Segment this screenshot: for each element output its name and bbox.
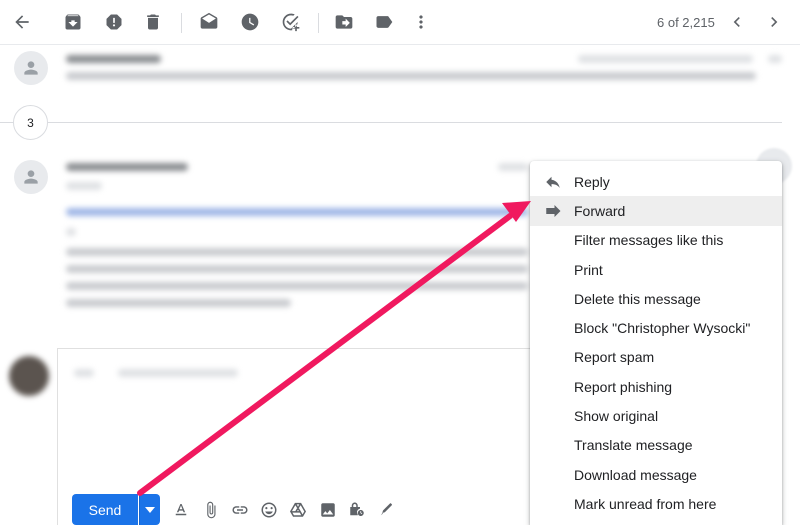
collapsed-divider [48, 122, 782, 123]
menu-item-label: Translate message [574, 437, 693, 454]
menu-item-report-phishing[interactable]: Report phishing [530, 372, 782, 401]
message-counter: 6 of 2,215 [657, 15, 715, 30]
send-button[interactable]: Send [72, 494, 138, 525]
label-icon[interactable] [370, 8, 398, 36]
sender-avatar [14, 160, 48, 194]
reply-icon [544, 173, 562, 191]
mark-unread-icon[interactable] [195, 8, 223, 36]
collapsed-divider [0, 122, 13, 123]
snooze-icon[interactable] [236, 8, 264, 36]
sender-avatar [14, 51, 48, 85]
toolbar-divider [181, 13, 182, 33]
report-spam-icon[interactable] [100, 8, 128, 36]
add-task-icon[interactable] [277, 8, 305, 36]
message-context-menu: Reply Forward Filter messages like this … [530, 161, 782, 525]
message-toolbar: 6 of 2,215 [0, 0, 800, 45]
menu-item-block-sender[interactable]: Block "Christopher Wysocki" [530, 313, 782, 342]
menu-item-filter-messages[interactable]: Filter messages like this [530, 226, 782, 255]
back-arrow-icon[interactable] [8, 8, 36, 36]
menu-item-mark-unread[interactable]: Mark unread from here [530, 489, 782, 518]
menu-item-print[interactable]: Print [530, 255, 782, 284]
attach-file-icon[interactable] [200, 499, 222, 521]
send-options-button[interactable] [139, 494, 160, 525]
menu-item-label: Report spam [574, 349, 655, 366]
insert-link-icon[interactable] [229, 499, 251, 521]
menu-item-label: Forward [574, 202, 626, 219]
formatting-options-icon[interactable] [170, 499, 192, 521]
delete-icon[interactable] [139, 8, 167, 36]
menu-item-reply[interactable]: Reply [530, 167, 782, 196]
menu-item-label: Report phishing [574, 378, 673, 395]
menu-item-delete-message[interactable]: Delete this message [530, 284, 782, 313]
menu-item-label: Reply [574, 173, 610, 190]
move-to-icon[interactable] [330, 8, 358, 36]
menu-item-label: Filter messages like this [574, 232, 724, 249]
toolbar-divider [318, 13, 319, 33]
menu-item-show-original[interactable]: Show original [530, 401, 782, 430]
google-drive-icon[interactable] [287, 499, 309, 521]
chevron-left-icon[interactable] [723, 8, 751, 36]
archive-icon[interactable] [59, 8, 87, 36]
menu-item-label: Show original [574, 408, 659, 425]
menu-item-forward[interactable]: Forward [530, 196, 782, 226]
forward-icon [544, 202, 562, 220]
collapsed-messages-count[interactable]: 3 [13, 105, 48, 140]
confidential-mode-icon[interactable] [346, 499, 368, 521]
menu-item-translate-message[interactable]: Translate message [530, 431, 782, 460]
insert-photo-icon[interactable] [317, 499, 339, 521]
menu-item-label: Block "Christopher Wysocki" [574, 320, 751, 337]
chevron-right-icon[interactable] [760, 8, 788, 36]
menu-item-label: Print [574, 261, 603, 278]
insert-signature-icon[interactable] [375, 499, 397, 521]
menu-item-label: Delete this message [574, 290, 701, 307]
caret-down-icon [145, 506, 155, 513]
menu-item-report-spam[interactable]: Report spam [530, 343, 782, 372]
menu-item-label: Mark unread from here [574, 495, 717, 512]
more-vert-icon[interactable] [407, 8, 435, 36]
menu-item-download-message[interactable]: Download message [530, 460, 782, 489]
menu-item-label: Download message [574, 466, 697, 483]
insert-emoji-icon[interactable] [258, 499, 280, 521]
user-avatar [9, 356, 49, 396]
